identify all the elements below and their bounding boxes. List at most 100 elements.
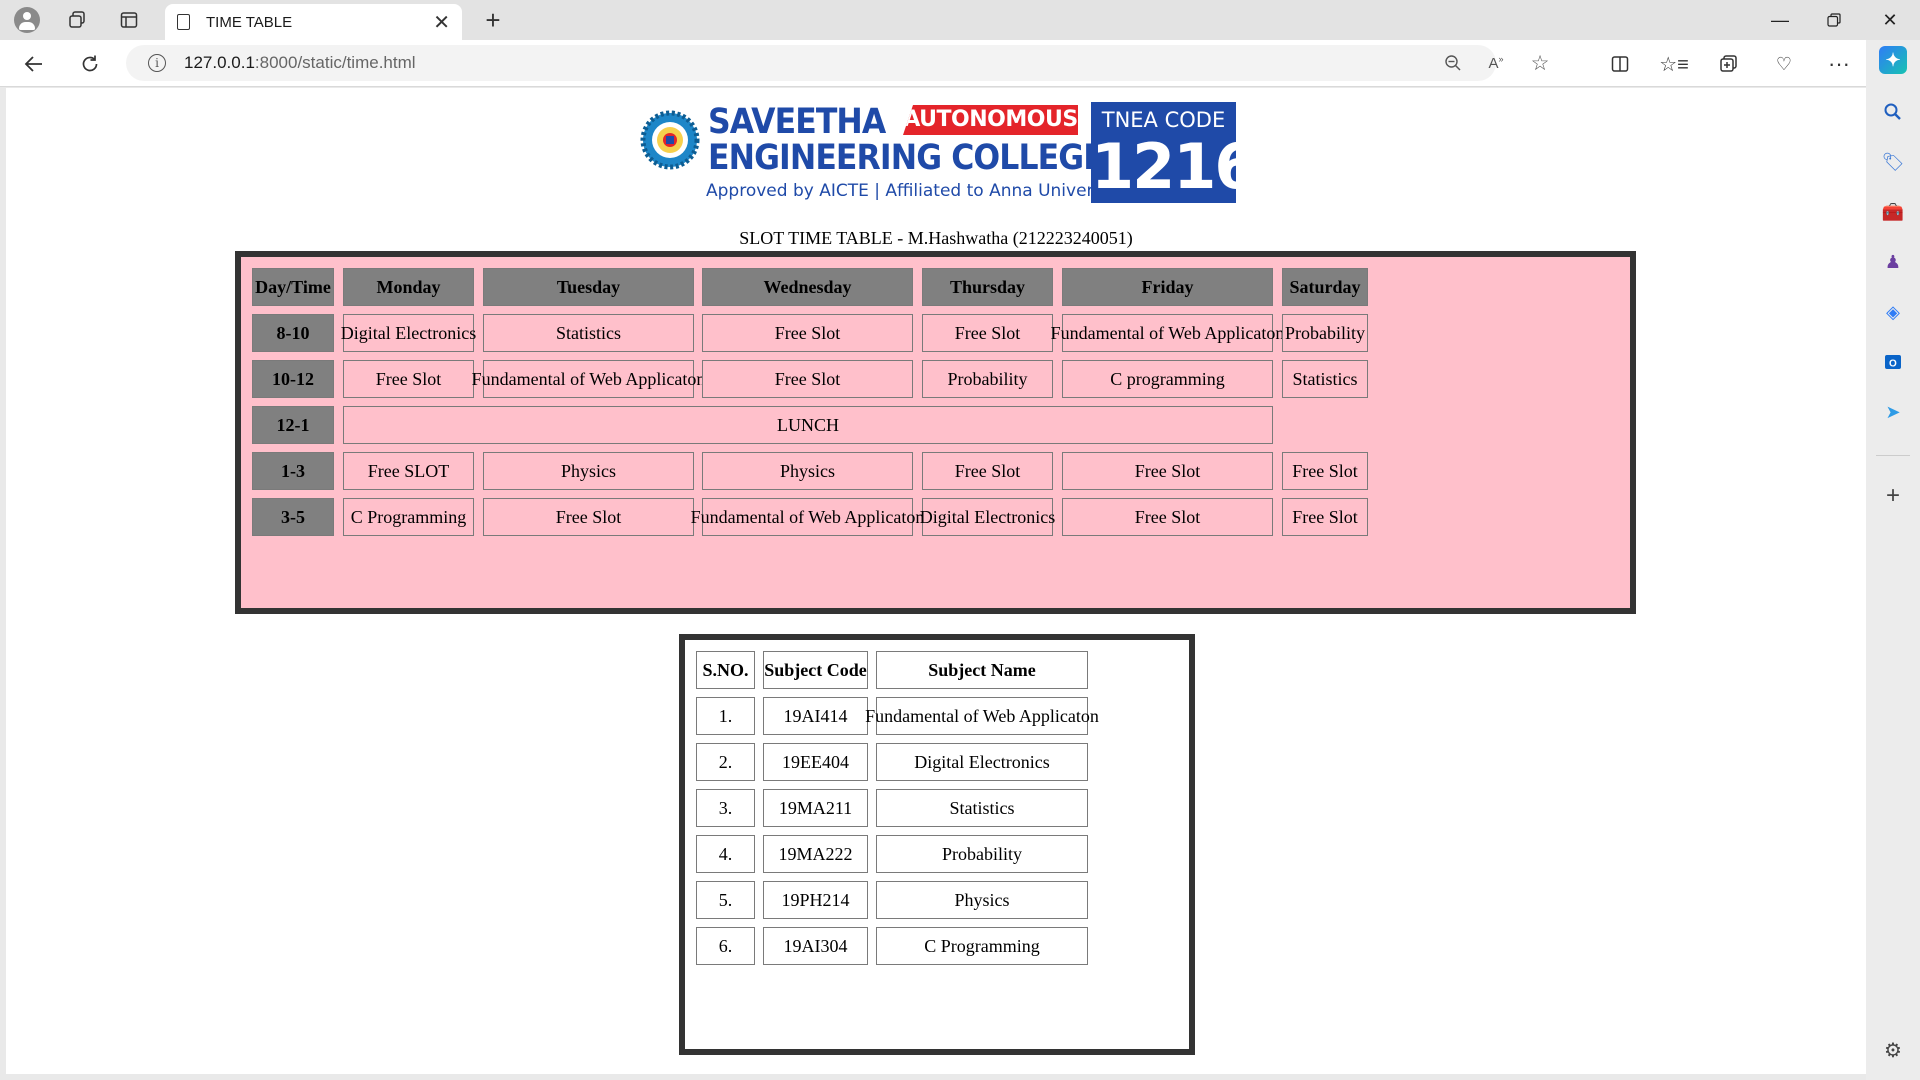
subject-cell: Probability: [876, 835, 1088, 873]
timetable-cell: Free Slot: [702, 360, 913, 398]
logo-name-line1: SAVEETHA: [708, 102, 886, 142]
tag-icon: 🏷: [1881, 151, 1905, 172]
plus-icon: +: [1885, 482, 1900, 509]
timetable-header-cell: Monday: [343, 268, 474, 306]
tnea-code: 1216: [1091, 130, 1258, 203]
settings-menu-button[interactable]: ···: [1823, 48, 1855, 80]
tab-title: TIME TABLE: [206, 13, 293, 31]
address-bar[interactable]: i 127.0.0.1:8000/static/time.html A» ☆: [126, 45, 1549, 81]
more-icon: ···: [1828, 51, 1850, 76]
logo-affiliation: Approved by AICTE | Affiliated to Anna U…: [706, 181, 1124, 201]
timetable-cell: Free Slot: [343, 360, 474, 398]
subject-header-cell: Subject Code: [763, 651, 868, 689]
back-button[interactable]: [18, 48, 50, 80]
autonomous-badge: AUTONOMOUS: [903, 105, 1078, 135]
timetable-time-cell: 3-5: [252, 498, 334, 536]
timetable-cell: Free Slot: [1062, 498, 1273, 536]
microsoft-365-button[interactable]: ◈: [1879, 298, 1907, 326]
read-aloud-button[interactable]: A»: [1482, 49, 1510, 77]
subject-cell: 19MA211: [763, 789, 868, 827]
tab-time-table[interactable]: TIME TABLE ✕: [165, 4, 462, 40]
subject-table: S.NO. Subject Code Subject Name 1. 19AI414 Fu…: [679, 634, 1195, 1055]
tools-button[interactable]: 🧰: [1879, 198, 1907, 226]
timetable-cell: Free Slot: [922, 452, 1053, 490]
tab-close-icon[interactable]: ✕: [433, 10, 450, 35]
restore-button[interactable]: [1806, 0, 1862, 40]
star-icon: ☆: [1530, 51, 1550, 75]
tab-actions-button[interactable]: [114, 5, 144, 35]
workspaces-icon: [69, 11, 85, 28]
timetable-cell: Free Slot: [1062, 452, 1273, 490]
tnea-code-box: TNEA CODE 1216: [1091, 102, 1258, 203]
timetable-cell: Free Slot: [1282, 452, 1368, 490]
logo-name-line2: ENGINEERING COLLEGE: [708, 138, 1105, 178]
timetable-cell: Probability: [922, 360, 1053, 398]
favorite-button[interactable]: ☆: [1526, 49, 1554, 77]
subject-header-cell: S.NO.: [696, 651, 755, 689]
sidebar-divider: [1876, 455, 1910, 456]
search-icon: [1884, 103, 1901, 120]
timetable-cell: C programming: [1062, 360, 1273, 398]
search-button[interactable]: [1879, 98, 1907, 126]
close-window-button[interactable]: ✕: [1862, 0, 1918, 40]
heart-pulse-icon: ♡: [1775, 53, 1793, 74]
new-tab-button[interactable]: +: [478, 5, 508, 35]
copilot-button[interactable]: ✦: [1879, 46, 1907, 74]
timetable-caption: SLOT TIME TABLE - M.Hashwatha (212223240…: [739, 228, 1133, 248]
timetable-time-cell: 8-10: [252, 314, 334, 352]
timetable-time-cell: 1-3: [252, 452, 334, 490]
favorites-button[interactable]: ☆≡: [1658, 48, 1690, 80]
send-button[interactable]: ➤: [1879, 398, 1907, 426]
timetable-cell: Free Slot: [1282, 498, 1368, 536]
timetable-lunch-cell: LUNCH: [343, 406, 1273, 444]
zoom-button[interactable]: [1439, 49, 1467, 77]
sidebar-settings-button[interactable]: ⚙: [1879, 1036, 1907, 1064]
timetable-header-cell: Tuesday: [483, 268, 694, 306]
subject-cell: 19EE404: [763, 743, 868, 781]
subject-cell: C Programming: [876, 927, 1088, 965]
subject-cell: 5.: [696, 881, 755, 919]
timetable-header-cell: Day/Time: [252, 268, 334, 306]
profile-button[interactable]: [12, 5, 42, 35]
timetable-cell: Fundamental of Web Applicaton: [691, 498, 924, 536]
collections-button[interactable]: [1713, 48, 1745, 80]
add-sidebar-app-button[interactable]: +: [1879, 482, 1907, 510]
site-info-icon[interactable]: i: [148, 54, 166, 72]
profile-icon: [14, 7, 40, 33]
subject-cell: 19AI304: [763, 927, 868, 965]
copilot-icon: ✦: [1885, 49, 1901, 70]
timetable-cell: Fundamental of Web Applicaton: [472, 360, 705, 398]
subject-cell: 6.: [696, 927, 755, 965]
browser-essentials-button[interactable]: ♡: [1768, 48, 1800, 80]
refresh-button[interactable]: [74, 48, 106, 80]
subject-cell: 4.: [696, 835, 755, 873]
timetable-time-cell: 12-1: [252, 406, 334, 444]
workspaces-button[interactable]: [62, 5, 92, 35]
minimize-button[interactable]: —: [1752, 0, 1808, 40]
tab-actions-icon: [120, 12, 138, 28]
edge-sidebar: ✦ 🏷 🧰 ♟ ◈ O ➤ + ⚙: [1866, 40, 1920, 1080]
timetable-cell: Free Slot: [483, 498, 694, 536]
games-button[interactable]: ♟: [1879, 248, 1907, 276]
timetable-header-cell: Wednesday: [702, 268, 913, 306]
favorites-icon: ☆≡: [1659, 53, 1689, 76]
read-aloud-icon: A»: [1488, 54, 1504, 72]
timetable: Day/Time Monday Tuesday Wednesday Thursday Fr…: [235, 251, 1636, 614]
subject-cell: Statistics: [876, 789, 1088, 827]
timetable-cell: Probability: [1282, 314, 1368, 352]
url-path: :8000/static/time.html: [254, 53, 416, 72]
m365-icon: ◈: [1886, 301, 1900, 322]
toolbox-icon: 🧰: [1881, 201, 1905, 222]
chess-icon: ♟: [1884, 251, 1902, 272]
restore-icon: [1827, 13, 1841, 27]
split-screen-button[interactable]: [1604, 48, 1636, 80]
timetable-header-cell: Saturday: [1282, 268, 1368, 306]
outlook-button[interactable]: O: [1879, 348, 1907, 376]
timetable-cell: Statistics: [483, 314, 694, 352]
subject-cell: Digital Electronics: [876, 743, 1088, 781]
subject-cell: Fundamental of Web Applicaton: [865, 697, 1099, 735]
timetable-cell: Free SLOT: [343, 452, 474, 490]
shopping-button[interactable]: 🏷: [1879, 148, 1907, 176]
timetable-header-cell: Friday: [1062, 268, 1273, 306]
page-icon: [177, 14, 190, 30]
